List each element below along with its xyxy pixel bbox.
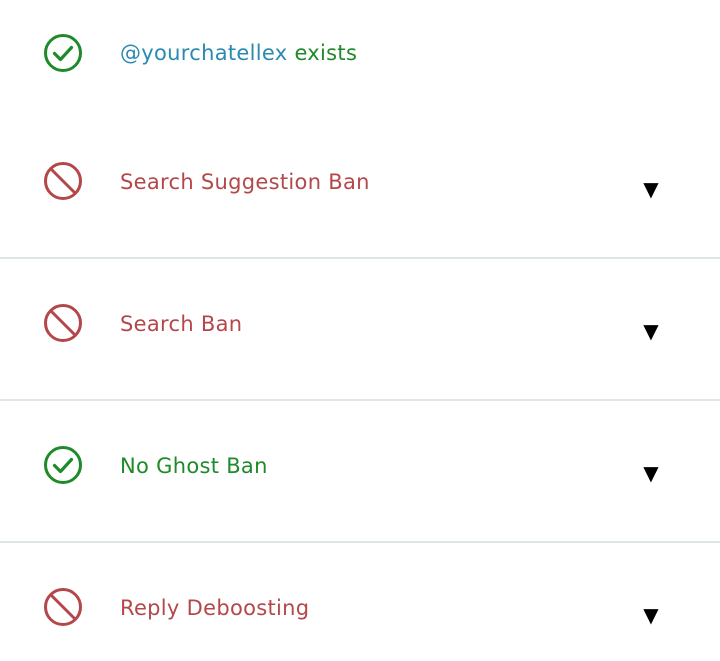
account-handle-link[interactable]: @yourchatellex xyxy=(120,41,287,65)
expand-chevron-icon[interactable]: ▼ xyxy=(640,604,662,626)
check-row-reply-deboosting[interactable]: Reply Deboosting ▼ xyxy=(0,556,720,661)
check-label: Reply Deboosting xyxy=(120,596,310,620)
check-label: Search Ban xyxy=(120,312,243,336)
expand-chevron-icon[interactable]: ▼ xyxy=(640,320,662,342)
check-row-search-suggestion-ban[interactable]: Search Suggestion Ban ▼ xyxy=(0,130,720,250)
no-entry-icon xyxy=(43,161,83,201)
check-circle-icon xyxy=(43,33,83,73)
row-divider xyxy=(0,541,720,543)
no-entry-icon xyxy=(43,303,83,343)
no-entry-icon xyxy=(43,587,83,627)
account-exists-row: @yourchatellex exists xyxy=(0,0,720,110)
expand-chevron-icon[interactable]: ▼ xyxy=(640,462,662,484)
check-row-no-ghost-ban[interactable]: No Ghost Ban ▼ xyxy=(0,414,720,534)
check-row-search-ban[interactable]: Search Ban ▼ xyxy=(0,272,720,392)
row-divider xyxy=(0,399,720,401)
check-label: No Ghost Ban xyxy=(120,454,268,478)
exists-text: exists xyxy=(287,41,358,65)
row-divider xyxy=(0,257,720,259)
check-circle-icon xyxy=(43,445,83,485)
expand-chevron-icon[interactable]: ▼ xyxy=(640,178,662,200)
check-label: Search Suggestion Ban xyxy=(120,170,370,194)
account-exists-label: @yourchatellex exists xyxy=(120,40,357,66)
